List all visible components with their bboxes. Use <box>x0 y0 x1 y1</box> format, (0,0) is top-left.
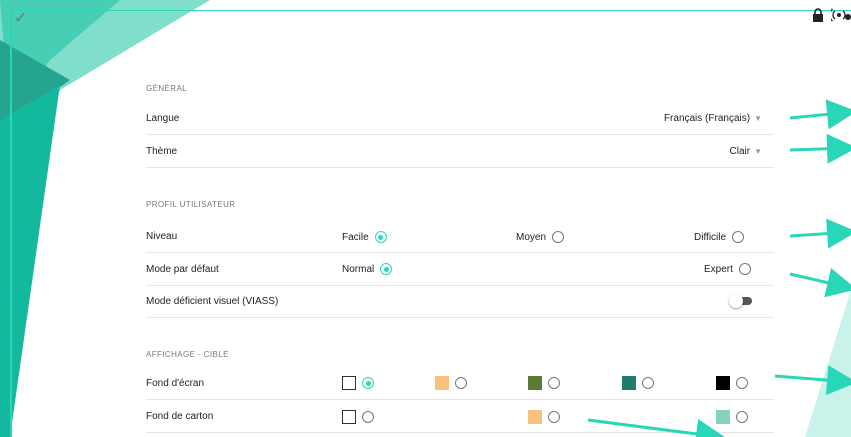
arrow-fond-carton <box>587 418 726 437</box>
arrow-theme <box>789 133 851 164</box>
arrow-mode <box>789 268 851 298</box>
annotation-arrows <box>587 99 851 437</box>
arrow-fond-ecran <box>774 365 851 396</box>
arrow-langue <box>789 99 851 130</box>
arrow-niveau <box>789 218 851 249</box>
